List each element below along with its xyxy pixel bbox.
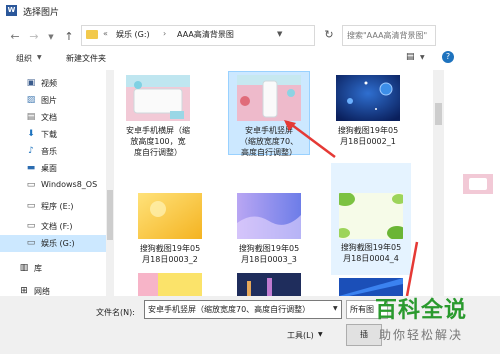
new-folder-button[interactable]: 新建文件夹 — [66, 53, 106, 64]
purple-wave-thumbnail — [237, 193, 301, 239]
recent-locations-chevron-icon[interactable]: ▼ — [46, 30, 56, 44]
file-name: 安卓手机横屏（缩 放高度100，宽 度自行调整） — [126, 126, 190, 157]
up-arrow-icon[interactable]: ↑ — [62, 30, 76, 44]
sidebar-scrollbar[interactable] — [106, 70, 114, 296]
sidebar-item-label: 图片 — [41, 96, 57, 105]
view-options-icon[interactable]: ▤ — [406, 52, 418, 62]
sidebar-item-drive-e[interactable]: ▭ 程序 (E:) — [0, 198, 106, 215]
sidebar-item-label: 桌面 — [41, 164, 57, 173]
network-icon: ⊞ — [20, 286, 28, 296]
pictures-icon: ▨ — [26, 95, 36, 105]
navigation-pane: ▣ 视频 ▨ 图片 ▤ 文档 ⬇ 下载 ♪ 音乐 ▬ 桌面 ▭ Windows8… — [0, 70, 106, 296]
sidebar-item-windows8-os[interactable]: ▭ Windows8_OS — [0, 177, 106, 194]
folder-icon — [86, 30, 98, 39]
watermark-title: 百科全说 — [375, 298, 468, 323]
sidebar-item-label: 程序 (E:) — [41, 202, 74, 211]
sidebar-item-label: 视频 — [41, 79, 57, 88]
yellow-pink-thumbnail — [138, 273, 202, 296]
sidebar-scrollbar-thumb[interactable] — [107, 190, 113, 240]
search-input[interactable]: 搜索"AAA高清背景图" — [342, 25, 436, 46]
tools-button[interactable]: 工具(L) — [287, 330, 314, 341]
content-scrollbar-thumb[interactable] — [435, 103, 442, 125]
file-item[interactable]: 安卓手机横屏（缩 放高度100，宽 度自行调整） — [118, 72, 198, 157]
sidebar-item-documents[interactable]: ▤ 文档 — [0, 109, 106, 126]
tools-chevron-icon[interactable]: ▼ — [318, 331, 323, 338]
organize-chevron-icon[interactable]: ▼ — [37, 54, 42, 61]
search-placeholder: 搜索"AAA高清背景图" — [347, 31, 428, 40]
yellow-thumbnail — [138, 193, 202, 239]
file-item[interactable] — [229, 270, 309, 296]
title-bar: W 选择图片 — [0, 0, 430, 22]
filename-label: 文件名(N): — [96, 308, 135, 317]
video-icon: ▣ — [26, 78, 36, 88]
filename-value: 安卓手机竖屏（缩放宽度70、高度自行调整） — [148, 305, 311, 314]
sidebar-item-videos[interactable]: ▣ 视频 — [0, 75, 106, 92]
filename-chevron-icon[interactable]: ▼ — [333, 305, 338, 312]
sidebar-item-downloads[interactable]: ⬇ 下载 — [0, 126, 106, 143]
window-title: 选择图片 — [23, 8, 60, 18]
sidebar-item-label: 库 — [34, 264, 42, 273]
portrait-phone-thumbnail — [237, 75, 301, 121]
sidebar-item-drive-f[interactable]: ▭ 文档 (F:) — [0, 218, 106, 235]
help-icon[interactable]: ? — [442, 51, 454, 63]
file-name: 搜狗截图19年05 月18日0003_3 — [238, 244, 300, 264]
blue-ornament-thumbnail — [336, 75, 400, 121]
breadcrumb-drive[interactable]: 娱乐 (G:) — [116, 29, 150, 40]
sidebar-item-label: 下载 — [41, 130, 57, 139]
file-grid: 安卓手机横屏（缩 放高度100，宽 度自行调整） 安卓手机竖屏 （缩放宽度70、 高度自… — [116, 70, 416, 296]
background-thumbnail — [463, 174, 493, 194]
address-dropdown-chevron-icon[interactable]: ▼ — [277, 30, 287, 38]
drive-icon: ▭ — [26, 201, 36, 211]
documents-icon: ▤ — [26, 112, 36, 122]
breadcrumb-folder[interactable]: AAA高清背景图 — [177, 29, 234, 40]
drive-icon: ▭ — [26, 221, 36, 231]
sidebar-item-library[interactable]: ▥ 库 — [0, 260, 106, 277]
green-leaves-thumbnail — [339, 193, 403, 239]
sidebar-item-label: 文档 (F:) — [41, 222, 73, 231]
sidebar-item-drive-g[interactable]: ▭ 娱乐 (G:) — [0, 235, 106, 252]
library-icon: ▥ — [19, 263, 29, 273]
file-name: 搜狗截图19年05 月18日0003_2 — [139, 244, 201, 264]
refresh-icon[interactable]: ↻ — [322, 28, 336, 42]
landscape-phone-thumbnail — [126, 75, 190, 121]
music-icon: ♪ — [28, 146, 34, 156]
drive-icon: ▭ — [26, 238, 36, 248]
file-item[interactable] — [130, 270, 210, 296]
annotation-arrow — [284, 120, 336, 159]
back-arrow-icon[interactable]: ← — [8, 30, 22, 44]
download-icon: ⬇ — [27, 129, 35, 139]
organize-button[interactable]: 组织 — [16, 53, 32, 64]
watermark-logo: 百科全说 助你轻松解决 — [365, 290, 500, 354]
sidebar-item-pictures[interactable]: ▨ 图片 — [0, 92, 106, 109]
desktop-icon: ▬ — [26, 163, 36, 173]
word-app-icon: W — [6, 5, 17, 16]
watermark-subtitle: 助你轻松解决 — [379, 328, 464, 342]
file-item[interactable]: 搜狗截图19年05 月18日0003_2 — [130, 190, 210, 272]
path-overflow[interactable]: « — [103, 29, 108, 38]
forward-arrow-icon[interactable]: → — [27, 30, 41, 44]
sidebar-item-label: 音乐 — [41, 147, 57, 156]
sidebar-item-desktop[interactable]: ▬ 桌面 — [0, 160, 106, 177]
night-city-thumbnail — [237, 273, 301, 296]
drive-icon: ▭ — [26, 180, 36, 190]
sidebar-item-label: 娱乐 (G:) — [41, 239, 75, 248]
filename-input[interactable]: 安卓手机竖屏（缩放宽度70、高度自行调整） — [144, 300, 342, 319]
sidebar-item-music[interactable]: ♪ 音乐 — [0, 143, 106, 160]
file-item[interactable]: 搜狗截图19年05 月18日0003_3 — [229, 190, 309, 272]
breadcrumb-separator[interactable]: › — [163, 29, 166, 38]
view-chevron-icon[interactable]: ▼ — [420, 54, 425, 61]
sidebar-item-label: Windows8_OS — [41, 180, 98, 189]
sidebar-item-label: 文档 — [41, 113, 57, 122]
